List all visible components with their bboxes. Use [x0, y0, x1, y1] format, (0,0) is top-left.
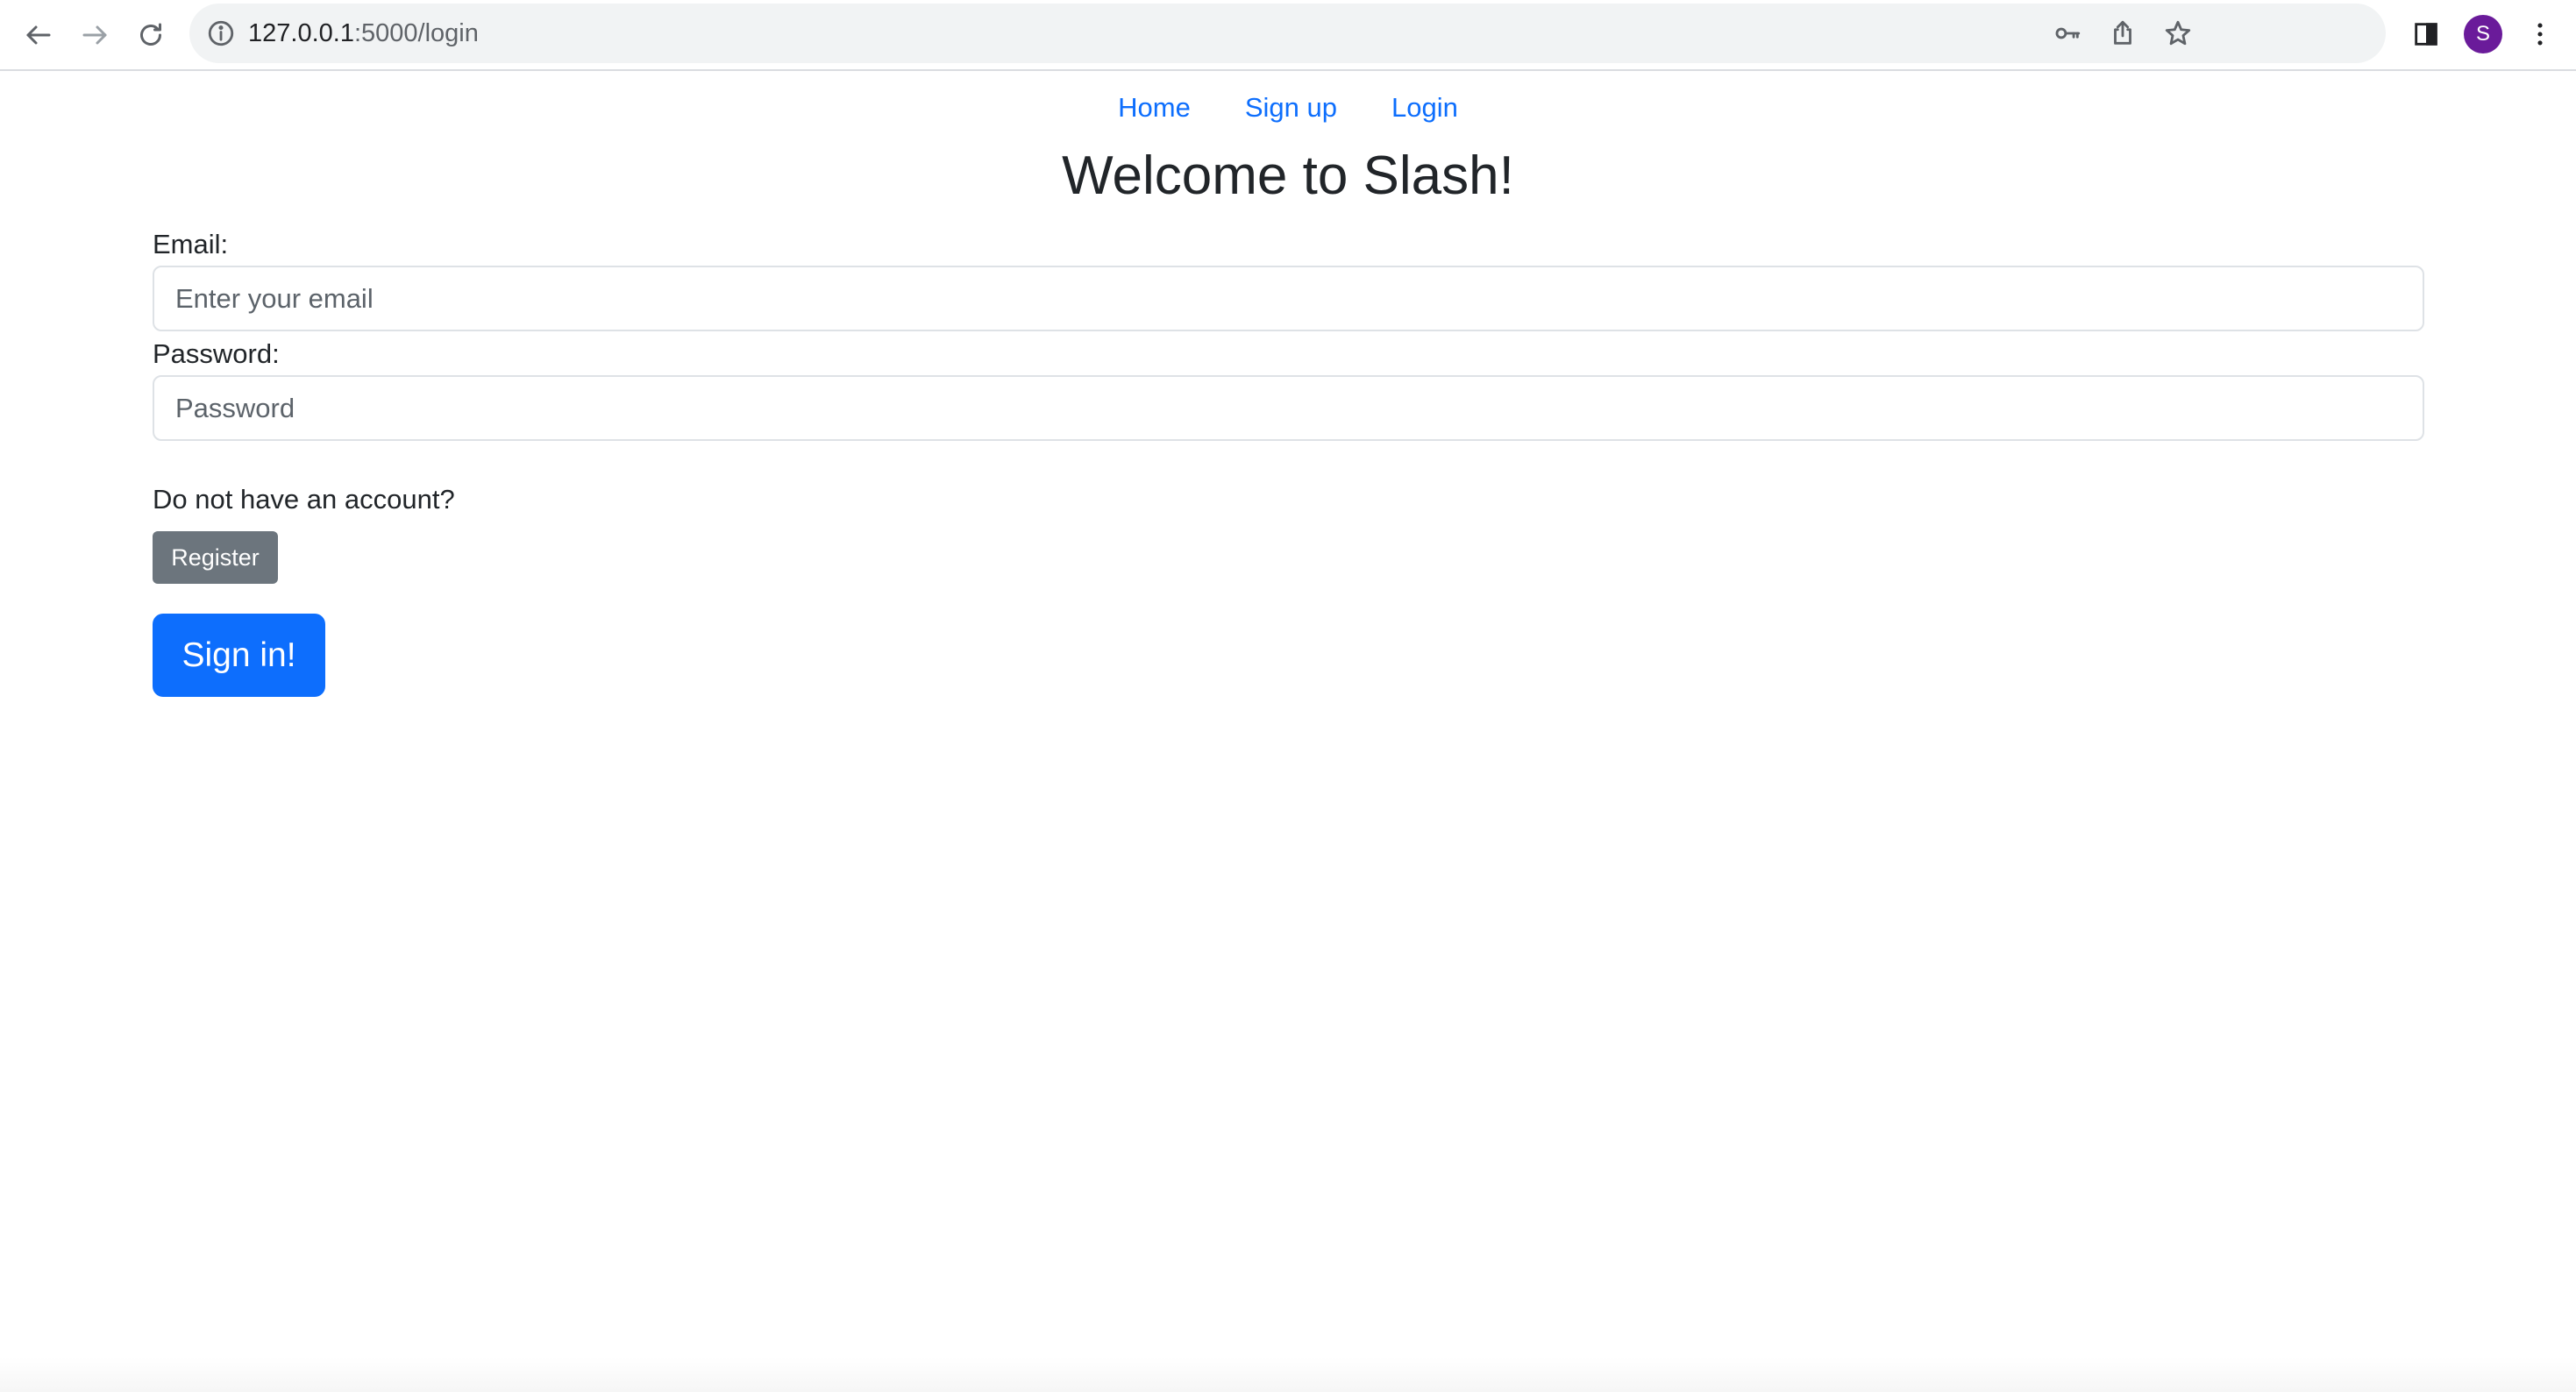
url-text[interactable]: 127.0.0.1:5000/login	[248, 4, 479, 63]
sign-in-button[interactable]: Sign in!	[153, 614, 325, 697]
no-account-text: Do not have an account?	[153, 484, 455, 515]
info-icon[interactable]	[206, 18, 236, 48]
star-icon	[2165, 20, 2191, 46]
arrow-left-icon	[26, 25, 51, 45]
back-button[interactable]	[16, 12, 61, 58]
address-bar[interactable]: 127.0.0.1:5000/login	[189, 4, 2386, 63]
nav-link-login[interactable]: Login	[1364, 86, 1485, 130]
url-path: :5000/login	[353, 19, 479, 47]
password-field[interactable]	[153, 375, 2424, 441]
profile-avatar[interactable]: S	[2464, 15, 2502, 53]
email-label: Email:	[153, 229, 229, 259]
nav-link-home[interactable]: Home	[1091, 86, 1218, 130]
bookmark-button[interactable]	[2160, 16, 2195, 51]
key-icon	[2055, 27, 2081, 39]
kebab-menu-icon	[2537, 23, 2543, 46]
browser-menu-button[interactable]	[2520, 14, 2560, 54]
bottom-shadow	[0, 1357, 2576, 1392]
nav-link-sign-up[interactable]: Sign up	[1218, 86, 1364, 130]
reload-icon	[140, 23, 161, 46]
browser-toolbar: 127.0.0.1:5000/login S	[0, 0, 2576, 71]
reload-button[interactable]	[128, 12, 174, 58]
url-host: 127.0.0.1	[248, 19, 354, 47]
arrow-right-icon	[82, 25, 107, 45]
top-navigation: Home Sign up Login	[0, 86, 2576, 130]
side-panel-icon	[2415, 23, 2437, 46]
side-panel-button[interactable]	[2406, 14, 2446, 54]
share-icon	[2114, 20, 2131, 45]
email-field[interactable]	[153, 266, 2424, 331]
register-button[interactable]: Register	[153, 531, 278, 584]
page-title: Welcome to Slash!	[1062, 146, 1514, 206]
password-key-button[interactable]	[2050, 16, 2085, 51]
share-button[interactable]	[2105, 16, 2140, 51]
forward-button[interactable]	[72, 12, 117, 58]
password-label: Password:	[153, 338, 280, 369]
